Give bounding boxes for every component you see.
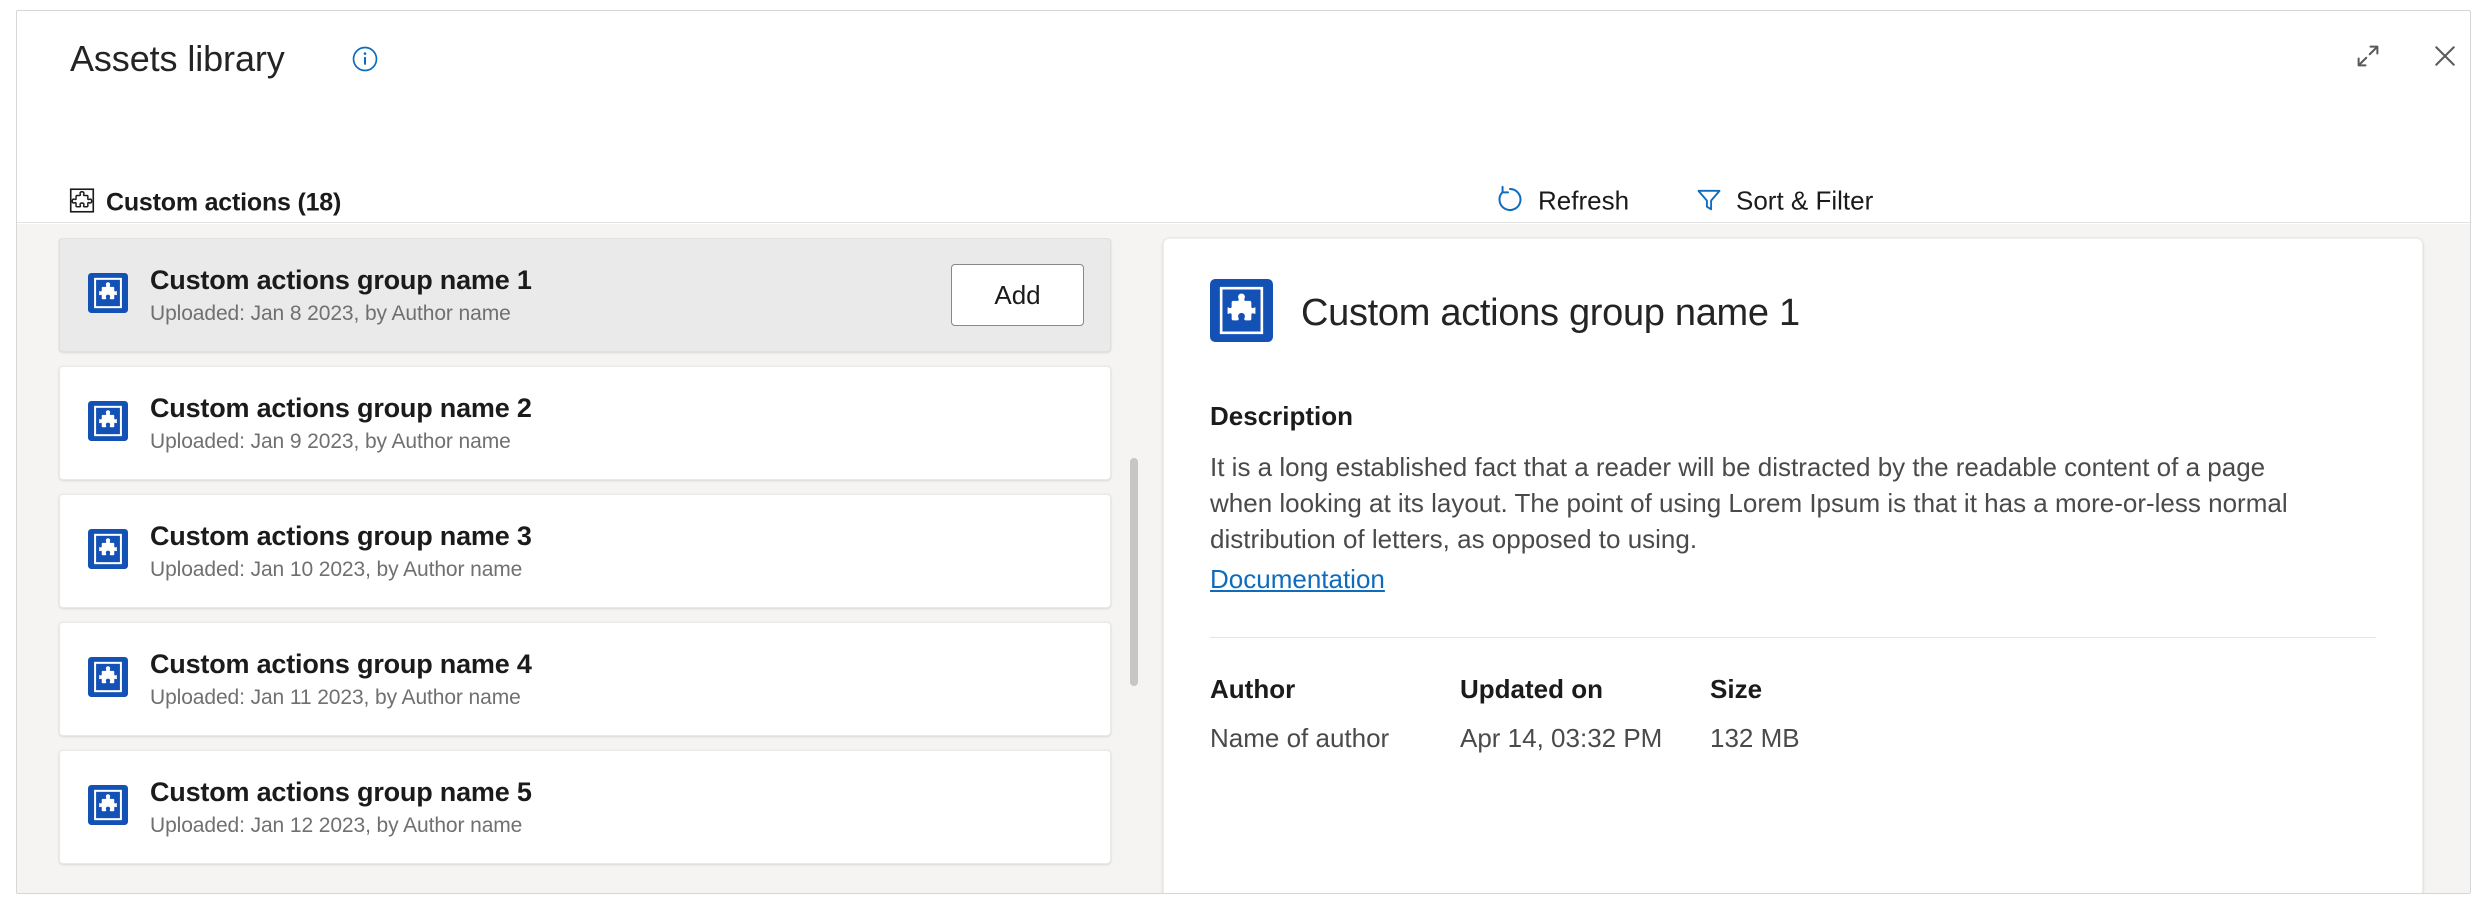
list-item-subtitle: Uploaded: Jan 9 2023, by Author name bbox=[150, 430, 951, 454]
list-item-subtitle: Uploaded: Jan 11 2023, by Author name bbox=[150, 686, 951, 710]
list-item-title: Custom actions group name 3 bbox=[150, 520, 951, 554]
list-item-texts: Custom actions group name 2 Uploaded: Jan… bbox=[150, 392, 951, 455]
list-item-title: Custom actions group name 2 bbox=[150, 392, 951, 426]
list-item-title: Custom actions group name 1 bbox=[150, 264, 951, 298]
puzzle-tile-icon bbox=[88, 273, 128, 318]
list-item[interactable]: Custom actions group name 2 Uploaded: Jan… bbox=[59, 366, 1111, 480]
list-item-texts: Custom actions group name 3 Uploaded: Jan… bbox=[150, 520, 951, 583]
filter-funnel-icon bbox=[1695, 186, 1723, 217]
page-title: Assets library bbox=[70, 38, 285, 80]
info-circle-icon[interactable] bbox=[352, 46, 379, 73]
breadcrumb-label: Custom actions (18) bbox=[106, 189, 341, 218]
list-item-subtitle: Uploaded: Jan 10 2023, by Author name bbox=[150, 558, 951, 582]
description-text: It is a long established fact that a rea… bbox=[1210, 450, 2330, 558]
list-item-texts: Custom actions group name 5 Uploaded: Jan… bbox=[150, 776, 951, 839]
list-item-subtitle: Uploaded: Jan 12 2023, by Author name bbox=[150, 814, 951, 838]
puzzle-tile-icon bbox=[88, 785, 128, 830]
refresh-button[interactable]: Refresh bbox=[1489, 177, 1635, 226]
list-item[interactable]: Custom actions group name 1 Uploaded: Jan… bbox=[59, 238, 1111, 352]
asset-detail-panel: Custom actions group name 1 Description … bbox=[1163, 238, 2423, 894]
breadcrumb: Custom actions (18) bbox=[69, 188, 341, 219]
add-button[interactable]: Add bbox=[951, 264, 1084, 326]
command-bar: Custom actions (18) Refresh Sort & Filte… bbox=[17, 93, 2470, 223]
puzzle-tile-icon bbox=[88, 657, 128, 702]
documentation-link[interactable]: Documentation bbox=[1210, 564, 1385, 595]
assets-list: Custom actions group name 1 Uploaded: Jan… bbox=[45, 238, 1125, 893]
assets-library-dialog: Assets library bbox=[16, 10, 2471, 894]
refresh-icon bbox=[1495, 185, 1525, 218]
detail-metadata: Author Updated on Size Name of author Ap… bbox=[1210, 674, 2376, 754]
sort-filter-button[interactable]: Sort & Filter bbox=[1689, 178, 1879, 225]
close-dialog-button[interactable] bbox=[2421, 33, 2469, 81]
list-scrollbar-track[interactable] bbox=[1130, 446, 1138, 894]
puzzle-outline-icon bbox=[69, 188, 95, 219]
refresh-label: Refresh bbox=[1538, 186, 1629, 217]
detail-title: Custom actions group name 1 bbox=[1301, 292, 1800, 335]
size-value: 132 MB bbox=[1710, 723, 2376, 754]
puzzle-tile-icon bbox=[88, 401, 128, 446]
dialog-body: Custom actions group name 1 Uploaded: Jan… bbox=[17, 224, 2470, 893]
list-item[interactable]: Custom actions group name 4 Uploaded: Jan… bbox=[59, 622, 1111, 736]
list-item-title: Custom actions group name 4 bbox=[150, 648, 951, 682]
list-item[interactable]: Custom actions group name 5 Uploaded: Jan… bbox=[59, 750, 1111, 864]
puzzle-tile-icon bbox=[1210, 279, 1273, 347]
puzzle-tile-icon bbox=[88, 529, 128, 574]
list-item-subtitle: Uploaded: Jan 8 2023, by Author name bbox=[150, 302, 951, 326]
detail-header: Custom actions group name 1 bbox=[1210, 279, 2376, 347]
sort-filter-label: Sort & Filter bbox=[1736, 186, 1873, 217]
detail-divider bbox=[1210, 637, 2376, 638]
author-label: Author bbox=[1210, 674, 1460, 705]
updated-label: Updated on bbox=[1460, 674, 1710, 705]
expand-dialog-button[interactable] bbox=[2344, 33, 2392, 81]
close-x-icon bbox=[2430, 41, 2460, 74]
list-item-title: Custom actions group name 5 bbox=[150, 776, 951, 810]
size-label: Size bbox=[1710, 674, 2376, 705]
description-label: Description bbox=[1210, 401, 2376, 432]
list-item-texts: Custom actions group name 4 Uploaded: Jan… bbox=[150, 648, 951, 711]
list-item-texts: Custom actions group name 1 Uploaded: Jan… bbox=[150, 264, 951, 327]
list-scrollbar-thumb[interactable] bbox=[1130, 458, 1138, 686]
list-item[interactable]: Custom actions group name 3 Uploaded: Jan… bbox=[59, 494, 1111, 608]
author-value: Name of author bbox=[1210, 723, 1460, 754]
expand-diagonal-icon bbox=[2353, 41, 2383, 74]
dialog-titlebar: Assets library bbox=[17, 11, 2470, 93]
updated-value: Apr 14, 03:32 PM bbox=[1460, 723, 1710, 754]
